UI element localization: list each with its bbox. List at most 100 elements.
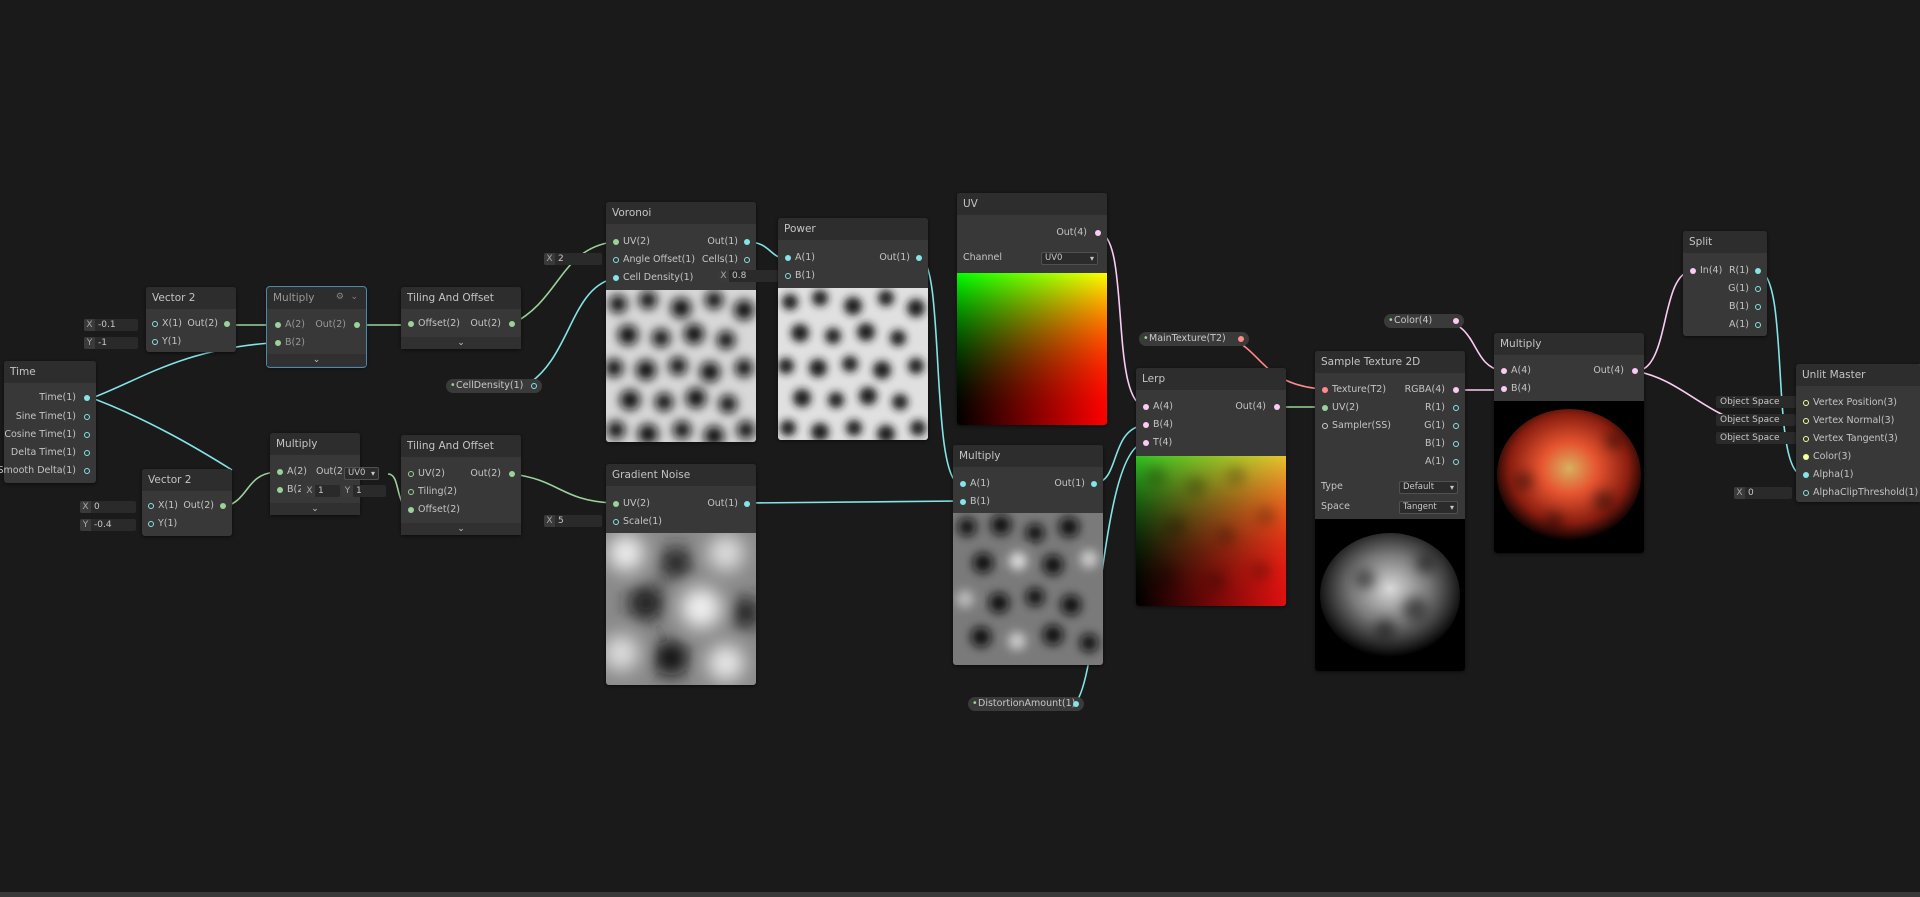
port-dot[interactable] <box>408 507 414 513</box>
port-dot[interactable] <box>1453 318 1459 324</box>
port-dot[interactable] <box>1632 368 1638 374</box>
vertex-normal-space[interactable]: Object Space <box>1716 414 1796 426</box>
vec2b-y-field[interactable]: Y -0.4 <box>80 519 136 531</box>
alpha-clip-field[interactable]: X0 <box>1734 487 1792 499</box>
port-t[interactable]: T(4) <box>1153 436 1172 450</box>
uv-node[interactable]: UV Out(4) Channel UV0 <box>957 193 1107 425</box>
port-sampler[interactable]: Sampler(SS) <box>1332 419 1391 433</box>
gradient-noise-node[interactable]: Gradient Noise UV(2) Scale(1) Out(1) <box>606 464 756 685</box>
port-b[interactable]: B(1) <box>1425 437 1445 451</box>
mul2-b-y-field[interactable]: Y1 <box>342 485 386 497</box>
port-a[interactable]: A(1) <box>1729 318 1749 332</box>
port-out[interactable]: Out(1) <box>707 235 738 249</box>
space-dropdown[interactable]: Tangent <box>1399 501 1458 514</box>
port-tiling[interactable]: Tiling(2) <box>418 485 457 499</box>
port-dot[interactable] <box>1238 336 1244 342</box>
type-dropdown[interactable]: Default <box>1399 481 1458 494</box>
port-dot[interactable] <box>960 499 966 505</box>
port-uv[interactable]: UV(2) <box>418 467 445 481</box>
port-x[interactable]: X(1) <box>158 499 178 513</box>
port-y[interactable]: Y(1) <box>162 335 181 349</box>
port-uv[interactable]: UV(2) <box>623 235 650 249</box>
port-dot[interactable] <box>1143 440 1149 446</box>
port-dot[interactable] <box>744 239 750 245</box>
port-texture[interactable]: Texture(T2) <box>1332 383 1386 397</box>
port-y[interactable]: Y(1) <box>158 517 177 531</box>
gradnoise-scale-field[interactable]: X5 <box>544 515 602 527</box>
port-dot[interactable] <box>744 501 750 507</box>
port-offset[interactable]: Offset(2) <box>418 503 460 517</box>
port-color[interactable]: Color(3) <box>1813 450 1851 464</box>
port-dot[interactable] <box>1501 386 1507 392</box>
port-a[interactable]: A(2) <box>287 465 307 479</box>
port-dot[interactable] <box>275 340 281 346</box>
chevron-down-icon[interactable]: ⌄ <box>267 354 366 366</box>
port-vertex-position[interactable]: Vertex Position(3) <box>1813 396 1897 410</box>
port-dot[interactable] <box>1755 286 1761 292</box>
port-dot[interactable] <box>960 481 966 487</box>
port-out[interactable]: Out(1) <box>879 251 910 265</box>
sample-texture-node[interactable]: Sample Texture 2D Texture(T2) UV(2) Samp… <box>1315 351 1465 671</box>
port-dot[interactable] <box>509 471 515 477</box>
color-property[interactable]: • Color(4) <box>1384 314 1464 328</box>
port-cell-density[interactable]: Cell Density(1) <box>623 271 693 285</box>
maintexture-property[interactable]: • MainTexture(T2) <box>1139 332 1249 346</box>
port-smooth-delta[interactable]: Smooth Delta(1) <box>0 464 76 478</box>
port-g[interactable]: G(1) <box>1424 419 1445 433</box>
port-a[interactable]: A(1) <box>1425 455 1445 469</box>
port-b[interactable]: B(4) <box>1153 418 1173 432</box>
celldensity-property[interactable]: • CellDensity(1) <box>446 379 542 393</box>
voronoi-angle-field[interactable]: X2 <box>544 253 602 265</box>
unlit-master-node[interactable]: Unlit Master Vertex Position(3) Vertex N… <box>1796 364 1920 502</box>
port-g[interactable]: G(1) <box>1728 282 1749 296</box>
port-alpha-clip[interactable]: AlphaClipThreshold(1) <box>1813 486 1918 500</box>
port-dot[interactable] <box>84 432 90 438</box>
shader-graph-canvas[interactable]: Time Time(1) Sine Time(1) Cosine Time(1)… <box>0 0 1920 897</box>
port-dot[interactable] <box>1453 387 1459 393</box>
port-b[interactable]: B(1) <box>970 495 990 509</box>
tiling-offset-node-2[interactable]: Tiling And Offset UV(2) Tiling(2) Offset… <box>401 435 521 535</box>
port-dot[interactable] <box>277 487 283 493</box>
port-in[interactable]: In(4) <box>1700 264 1722 278</box>
port-a[interactable]: A(1) <box>970 477 990 491</box>
port-delta-time[interactable]: Delta Time(1) <box>11 446 76 460</box>
port-dot[interactable] <box>84 468 90 474</box>
port-dot[interactable] <box>613 239 619 245</box>
vertex-position-space[interactable]: Object Space <box>1716 396 1796 408</box>
channel-dropdown[interactable]: UV0 <box>1041 252 1098 265</box>
port-dot[interactable] <box>1755 322 1761 328</box>
port-dot[interactable] <box>1755 268 1761 274</box>
port-b[interactable]: B(2) <box>287 483 301 497</box>
port-dot[interactable] <box>148 503 154 509</box>
vector2-node-a[interactable]: Vector 2 X(1) Y(1) Out(2) <box>146 287 236 352</box>
port-dot[interactable] <box>148 521 154 527</box>
port-dot[interactable] <box>277 469 283 475</box>
lerp-node[interactable]: Lerp A(4) B(4) T(4) Out(4) <box>1136 368 1286 606</box>
port-dot[interactable] <box>1322 405 1328 411</box>
port-out[interactable]: Out(1) <box>1054 477 1085 491</box>
distortion-property[interactable]: • DistortionAmount(1) <box>968 697 1084 711</box>
port-dot[interactable] <box>1453 405 1459 411</box>
port-b[interactable]: B(4) <box>1511 382 1531 396</box>
port-uv[interactable]: UV(2) <box>623 497 650 511</box>
port-out[interactable]: Out(2) <box>183 499 214 513</box>
port-vertex-normal[interactable]: Vertex Normal(3) <box>1813 414 1894 428</box>
port-out[interactable]: Out(2) <box>470 317 501 331</box>
port-dot[interactable] <box>1143 404 1149 410</box>
port-cells[interactable]: Cells(1) <box>702 253 738 267</box>
port-out[interactable]: Out(2) <box>187 317 218 331</box>
vec2b-x-field[interactable]: X0 <box>80 501 136 513</box>
port-out[interactable]: Out(2) <box>470 467 501 481</box>
port-dot[interactable] <box>1803 418 1809 424</box>
port-a[interactable]: A(4) <box>1153 400 1173 414</box>
port-dot[interactable] <box>1803 472 1809 478</box>
port-dot[interactable] <box>1322 387 1328 393</box>
port-dot[interactable] <box>1091 481 1097 487</box>
chevron-down-icon[interactable]: ⌄ <box>401 337 521 349</box>
voronoi-node[interactable]: Voronoi UV(2) Angle Offset(1) Cell Densi… <box>606 202 756 442</box>
port-dot[interactable] <box>224 321 230 327</box>
port-dot[interactable] <box>1803 490 1809 496</box>
port-dot[interactable] <box>408 471 414 477</box>
port-dot[interactable] <box>613 257 619 263</box>
port-dot[interactable] <box>509 321 515 327</box>
